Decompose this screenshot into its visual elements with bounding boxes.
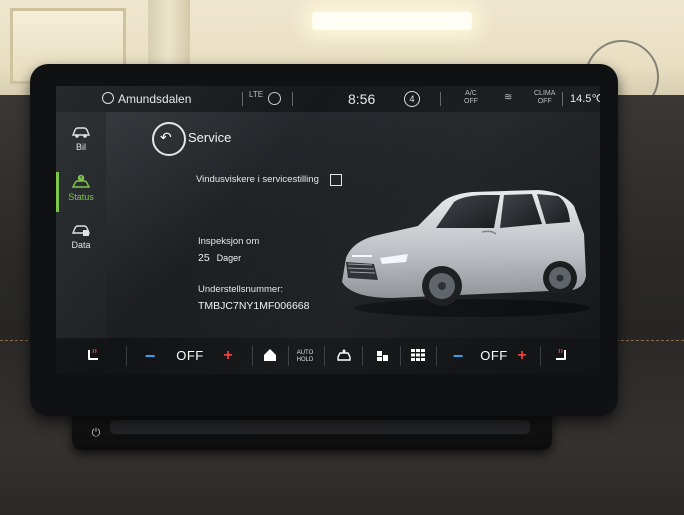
service-panel: ↶ Service Vindusviskere i servicestillin… <box>106 112 600 338</box>
divider <box>242 92 243 106</box>
divider <box>288 346 289 366</box>
inspection-value: 25 Dager <box>198 252 241 264</box>
sidebar: Bil Status Data <box>56 112 106 338</box>
vehicle-image <box>342 190 590 317</box>
inspection-unit: Dager <box>216 253 242 263</box>
fan-icon[interactable]: ≋ <box>504 92 512 103</box>
back-button[interactable]: ↶ <box>152 122 186 156</box>
divider <box>436 346 437 366</box>
display-base-lip <box>110 420 530 434</box>
divider <box>252 346 253 366</box>
outside-temperature: 14.5℃ <box>570 93 600 105</box>
divider <box>540 346 541 366</box>
inspection-days: 25 <box>198 252 210 264</box>
divider <box>440 92 441 106</box>
clima-label: CLIMA <box>534 90 556 97</box>
car-icon <box>71 127 91 138</box>
location-label[interactable]: Amundsdalen <box>118 92 191 106</box>
seat-heat-right-icon[interactable] <box>552 348 568 362</box>
vin-value: TMBJC7NY1MF006668 <box>198 300 310 312</box>
sidebar-item-label: Data <box>71 240 91 250</box>
right-temp-minus-button[interactable]: − <box>450 338 466 374</box>
sidebar-item-status[interactable]: Status <box>56 168 106 216</box>
data-icon <box>71 225 91 236</box>
divider <box>324 346 325 366</box>
right-temperature: OFF <box>480 348 508 363</box>
status-bar: Amundsdalen LTE 8:56 4 A/C OFF ≋ CLIMA OFF… <box>56 86 600 112</box>
camera-icon[interactable] <box>336 348 352 362</box>
ceiling-light <box>312 12 472 30</box>
back-arrow-icon: ↶ <box>160 129 172 145</box>
clock: 8:56 <box>348 91 376 107</box>
auto-hold-label: AUTO <box>296 350 314 356</box>
left-temperature: OFF <box>176 348 204 363</box>
sidebar-item-label: Status <box>68 192 94 202</box>
seat-heat-left-icon[interactable] <box>86 348 102 362</box>
inspection-label: Inspeksjon om <box>198 236 260 247</box>
clima-status[interactable]: CLIMA OFF <box>534 90 555 106</box>
car-status-icon <box>71 174 91 188</box>
infotainment-screen: Amundsdalen LTE 8:56 4 A/C OFF ≋ CLIMA OFF… <box>56 86 600 374</box>
sidebar-item-data[interactable]: Data <box>56 216 106 264</box>
menu-grid-icon[interactable] <box>410 348 426 362</box>
clima-state: OFF <box>537 98 552 105</box>
page-title: Service <box>188 130 232 145</box>
power-icon[interactable]: ⏻ <box>90 427 102 439</box>
notification-badge[interactable]: 4 <box>404 91 420 107</box>
divider <box>292 92 293 106</box>
apps-icon[interactable] <box>374 348 390 362</box>
divider <box>400 346 401 366</box>
left-temp-minus-button[interactable]: − <box>142 338 158 374</box>
sidebar-item-bil[interactable]: Bil <box>56 118 106 166</box>
divider <box>126 346 127 366</box>
climate-bar: − OFF + AUTO HOLD − OFF + <box>56 338 600 374</box>
left-temp-plus-button[interactable]: + <box>220 338 236 374</box>
right-temp-plus-button[interactable]: + <box>514 338 530 374</box>
divider <box>362 346 363 366</box>
signal-indicator: LTE <box>249 90 264 99</box>
sidebar-item-label: Bil <box>75 142 86 152</box>
satellite-icon <box>268 92 281 105</box>
ac-status[interactable]: A/C OFF <box>464 90 478 106</box>
vin-label: Understellsnummer: <box>198 284 283 295</box>
ac-label: A/C <box>465 90 477 97</box>
location-icon <box>102 92 114 104</box>
home-icon[interactable] <box>262 348 278 362</box>
car-interior-photo: ⏻ Amundsdalen LTE 8:56 4 A/C OFF ≋ CLIMA O… <box>0 0 684 515</box>
wiper-service-label: Vindusviskere i servicestilling <box>196 174 319 185</box>
divider <box>562 92 563 106</box>
ac-state: OFF <box>464 98 478 105</box>
auto-hold-button[interactable]: AUTO HOLD <box>296 350 314 374</box>
auto-hold-label: HOLD <box>296 357 314 363</box>
